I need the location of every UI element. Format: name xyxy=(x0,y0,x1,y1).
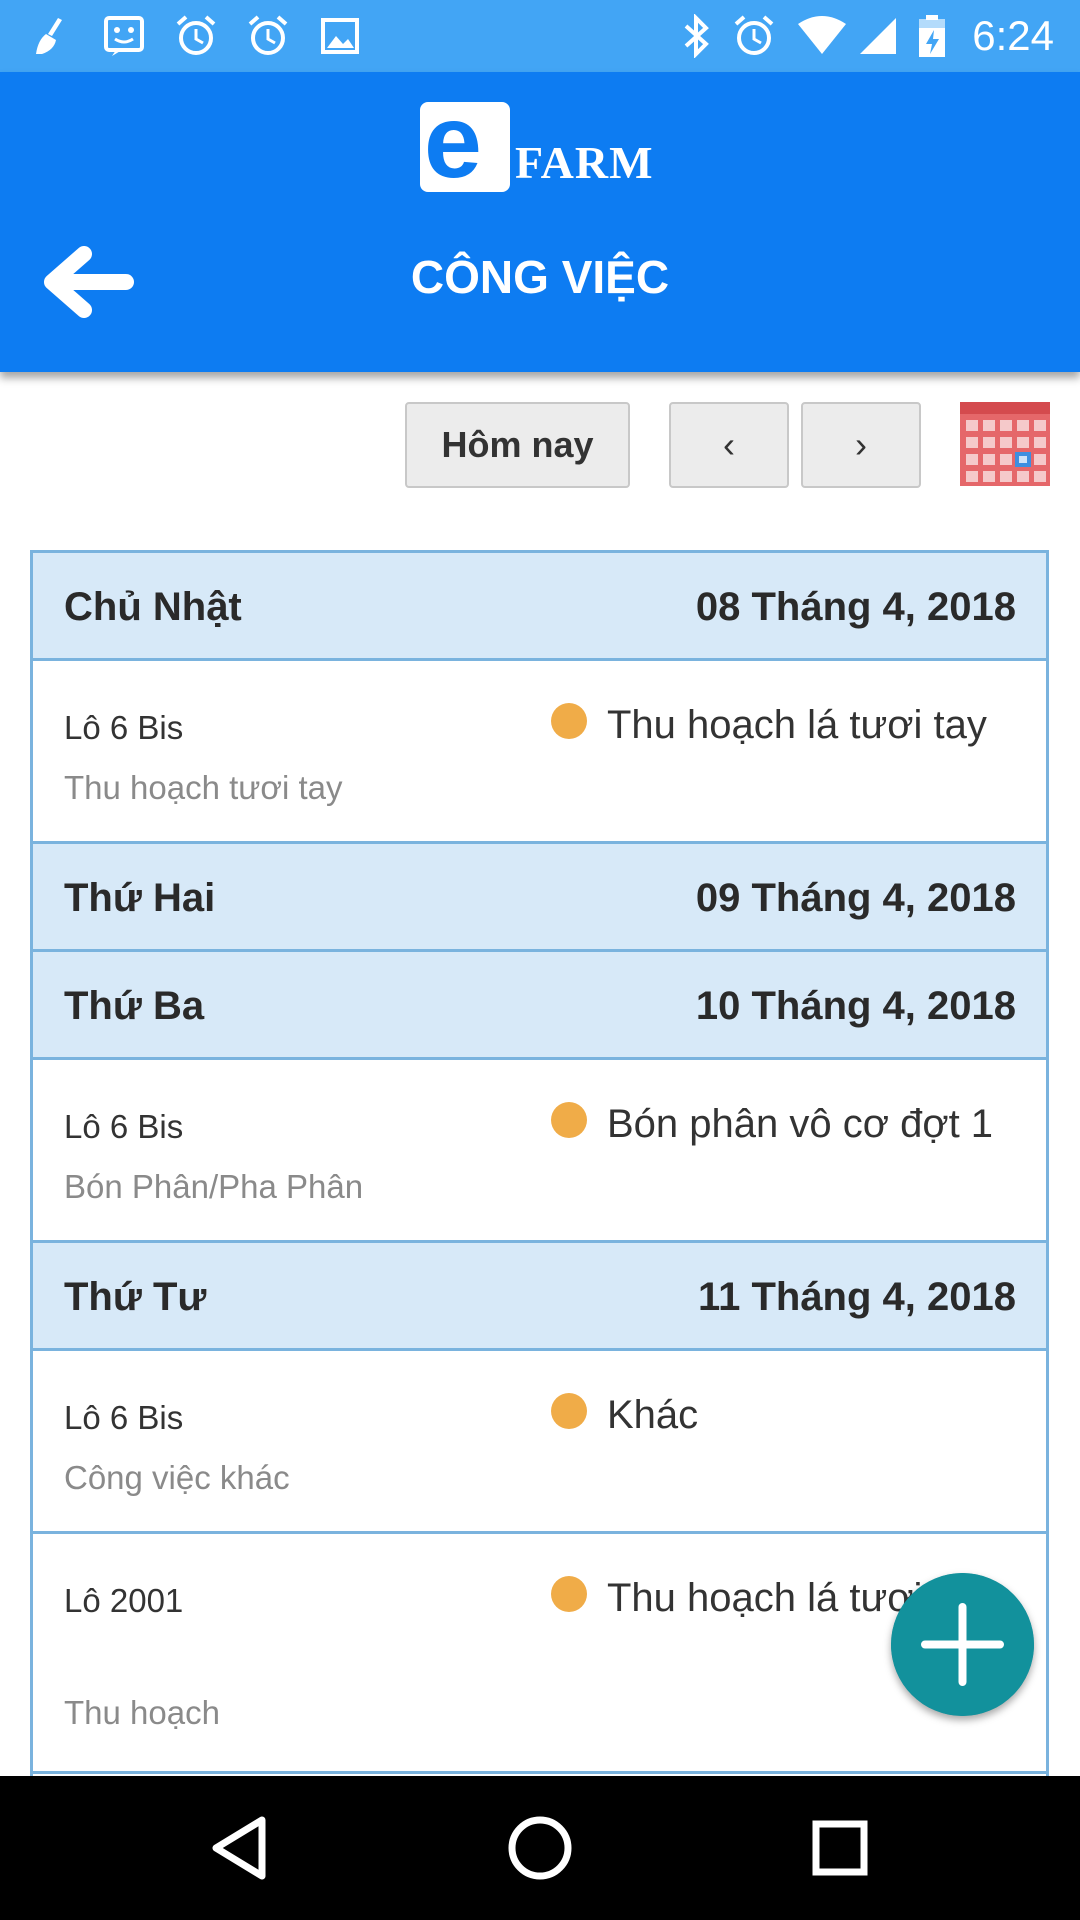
alarm-icon xyxy=(176,15,216,55)
status-dot xyxy=(551,1102,587,1138)
navigation-bar xyxy=(0,1776,1080,1920)
task-type: Thu hoạch xyxy=(64,1694,220,1731)
image-icon xyxy=(321,18,359,54)
calendar-icon[interactable] xyxy=(960,402,1050,486)
day-date: 09 Tháng 4, 2018 xyxy=(695,876,1016,920)
status-dot xyxy=(551,1393,587,1429)
signal-icon xyxy=(860,18,896,54)
bluetooth-icon xyxy=(684,14,709,58)
day-date: 11 Tháng 4, 2018 xyxy=(698,1275,1016,1319)
nav-back-icon[interactable] xyxy=(200,1808,280,1888)
logo-letter: e xyxy=(424,84,482,200)
task-list: Chủ Nhật 08 Tháng 4, 2018 Lô 6 Bis Thu h… xyxy=(30,550,1049,1780)
task-item[interactable]: Lô 6 Bis Công việc khác Khác xyxy=(33,1351,1046,1534)
prev-button[interactable]: ‹ xyxy=(669,402,789,488)
task-name: Bón phân vô cơ đợt 1 xyxy=(607,1102,994,1146)
task-type: Công việc khác xyxy=(64,1459,290,1496)
efarm-logo: e FARM xyxy=(420,90,670,194)
nav-recents-icon[interactable] xyxy=(800,1808,880,1888)
today-button[interactable]: Hôm nay xyxy=(405,402,630,488)
alarm-icon xyxy=(734,15,774,55)
task-name: Thu hoạch lá tươi tay xyxy=(607,703,987,747)
task-plot: Lô 6 Bis xyxy=(64,709,184,746)
day-name: Thứ Ba xyxy=(64,984,205,1028)
face-icon xyxy=(104,16,144,56)
wifi-icon xyxy=(798,16,846,54)
battery-icon xyxy=(919,15,945,57)
next-button[interactable]: › xyxy=(801,402,921,488)
day-date: 08 Tháng 4, 2018 xyxy=(695,585,1016,629)
status-bar: 6:24 xyxy=(0,0,1080,72)
task-type: Bón Phân/Pha Phân xyxy=(64,1168,364,1205)
day-header: Thứ Hai 09 Tháng 4, 2018 xyxy=(33,844,1046,952)
day-name: Thứ Hai xyxy=(64,876,216,920)
task-plot: Lô 2001 xyxy=(64,1582,184,1619)
broom-icon xyxy=(36,18,62,54)
day-name: Thứ Tư xyxy=(64,1275,207,1319)
alarm-icon xyxy=(248,15,288,55)
task-name: Khác xyxy=(607,1393,699,1437)
task-type: Thu hoạch tươi tay xyxy=(64,769,343,806)
task-plot: Lô 6 Bis xyxy=(64,1108,184,1145)
day-date: 10 Tháng 4, 2018 xyxy=(695,984,1016,1028)
day-name: Chủ Nhật xyxy=(64,585,242,629)
nav-home-icon[interactable] xyxy=(500,1808,580,1888)
page-title: CÔNG VIỆC xyxy=(410,251,670,303)
status-time: 6:24 xyxy=(972,12,1054,59)
task-item[interactable]: Lô 6 Bis Thu hoạch tươi tay Thu hoạch lá… xyxy=(33,661,1046,844)
status-dot xyxy=(551,703,587,739)
add-task-button[interactable] xyxy=(891,1573,1034,1716)
task-item[interactable]: Lô 6 Bis Bón Phân/Pha Phân Bón phân vô c… xyxy=(33,1060,1046,1243)
day-header: Chủ Nhật 08 Tháng 4, 2018 xyxy=(33,553,1046,661)
logo-box: e xyxy=(420,90,510,194)
day-header: Thứ Tư 11 Tháng 4, 2018 xyxy=(33,1243,1046,1351)
day-header: Thứ Ba 10 Tháng 4, 2018 xyxy=(33,952,1046,1060)
logo-text: FARM xyxy=(515,137,654,188)
app-bar: e FARM CÔNG VIỆC xyxy=(0,72,1080,372)
task-plot: Lô 6 Bis xyxy=(64,1399,184,1436)
